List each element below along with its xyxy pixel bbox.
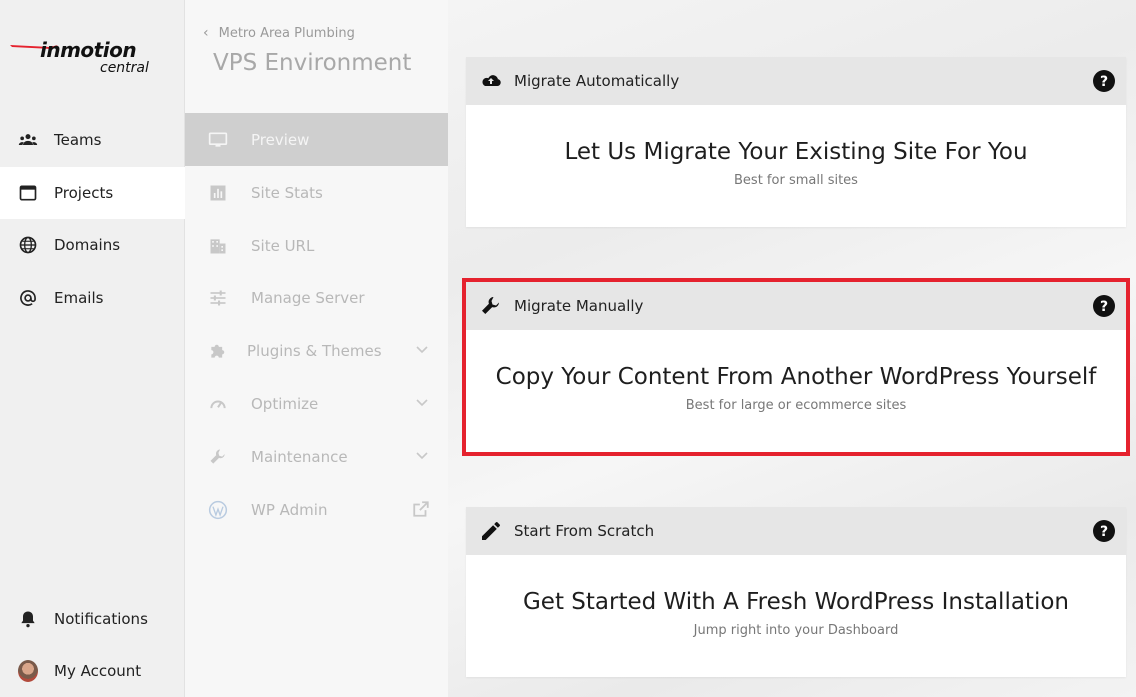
subnav-item-manage-server[interactable]: Manage Server — [185, 271, 448, 324]
help-icon[interactable]: ? — [1092, 69, 1116, 93]
nav-item-notifications[interactable]: Notifications — [0, 593, 185, 645]
help-icon[interactable]: ? — [1092, 519, 1116, 543]
wordpress-icon — [207, 499, 229, 521]
card-body: Get Started With A Fresh WordPress Insta… — [466, 555, 1126, 677]
nav-label-projects: Projects — [54, 184, 114, 202]
subnav-label-site-stats: Site Stats — [251, 183, 323, 202]
migrate-automatically-card[interactable]: Migrate Automatically ? Let Us Migrate Y… — [466, 57, 1126, 227]
pencil-icon — [478, 518, 504, 544]
wrench-icon — [478, 293, 504, 319]
cloud-upload-icon — [478, 68, 504, 94]
logo-brand: inmotion — [40, 38, 137, 62]
at-icon — [18, 288, 38, 308]
card-header: Migrate Automatically ? — [466, 57, 1126, 105]
chevron-left-icon: ‹ — [203, 25, 209, 41]
subnav-label-plugins-themes: Plugins & Themes — [247, 341, 382, 360]
nav-item-teams[interactable]: Teams — [0, 114, 185, 166]
svg-text:?: ? — [1100, 299, 1108, 315]
migrate-manually-card[interactable]: Migrate Manually ? Copy Your Content Fro… — [462, 278, 1130, 456]
chevron-down-icon[interactable] — [414, 341, 430, 357]
card-subtitle: Best for small sites — [734, 173, 858, 188]
subnav-item-plugins-themes[interactable]: Plugins & Themes — [185, 324, 448, 377]
nav-item-emails[interactable]: Emails — [0, 272, 185, 324]
nav-label-notifications: Notifications — [54, 610, 148, 628]
avatar — [18, 660, 38, 682]
card-header: Start From Scratch ? — [466, 507, 1126, 555]
card-subtitle: Jump right into your Dashboard — [693, 623, 899, 638]
bell-icon — [18, 609, 38, 629]
external-link-icon[interactable] — [412, 500, 430, 518]
card-header-label: Start From Scratch — [514, 522, 655, 540]
card-subtitle: Best for large or ecommerce sites — [685, 398, 907, 413]
nav-label-teams: Teams — [54, 131, 102, 149]
subnav-item-maintenance[interactable]: Maintenance — [185, 430, 448, 483]
chevron-down-icon[interactable] — [414, 394, 430, 410]
nav-label-emails: Emails — [54, 289, 104, 307]
puzzle-icon — [207, 340, 229, 362]
card-title: Let Us Migrate Your Existing Site For Yo… — [564, 139, 1028, 165]
teams-icon — [18, 130, 38, 150]
globe-icon — [18, 235, 38, 255]
left-nav: inmotion central Teams Projects Domains … — [0, 0, 185, 697]
project-subnav: ‹ Metro Area Plumbing VPS Environment Pr… — [185, 0, 448, 697]
card-title: Copy Your Content From Another WordPress… — [495, 364, 1097, 390]
nav-label-domains: Domains — [54, 236, 121, 254]
inmotion-logo[interactable]: inmotion central — [10, 38, 170, 80]
subnav-item-preview[interactable]: Preview — [185, 113, 448, 166]
help-icon[interactable]: ? — [1092, 294, 1116, 318]
breadcrumb[interactable]: ‹ Metro Area Plumbing — [203, 25, 355, 41]
card-title: Get Started With A Fresh WordPress Insta… — [522, 589, 1069, 615]
card-body: Copy Your Content From Another WordPress… — [466, 330, 1126, 452]
card-header: Migrate Manually ? — [466, 282, 1126, 330]
sliders-icon — [207, 287, 229, 309]
subnav-label-wp-admin: WP Admin — [251, 500, 328, 519]
wrench-icon — [207, 446, 229, 468]
subnav-label-site-url: Site URL — [251, 236, 315, 255]
subnav-label-manage-server: Manage Server — [251, 288, 365, 307]
breadcrumb-label: Metro Area Plumbing — [218, 25, 355, 41]
building-icon — [207, 235, 229, 257]
subnav-label-optimize: Optimize — [251, 394, 319, 413]
monitor-icon — [207, 129, 229, 151]
nav-item-projects[interactable]: Projects — [0, 167, 185, 219]
svg-text:?: ? — [1100, 74, 1108, 90]
nav-item-domains[interactable]: Domains — [0, 219, 185, 271]
subnav-label-maintenance: Maintenance — [251, 447, 348, 466]
card-header-label: Migrate Manually — [514, 297, 644, 315]
card-body: Let Us Migrate Your Existing Site For Yo… — [466, 105, 1126, 227]
card-header-label: Migrate Automatically — [514, 72, 680, 90]
start-from-scratch-card[interactable]: Start From Scratch ? Get Started With A … — [466, 507, 1126, 677]
subnav-item-site-stats[interactable]: Site Stats — [185, 166, 448, 219]
subnav-item-site-url[interactable]: Site URL — [185, 219, 448, 272]
logo-sub: central — [100, 60, 149, 76]
subnav-label-preview: Preview — [251, 130, 310, 149]
svg-text:?: ? — [1100, 524, 1108, 540]
main-content: Migrate Automatically ? Let Us Migrate Y… — [448, 0, 1136, 697]
nav-item-my-account[interactable]: My Account — [0, 645, 185, 697]
projects-icon — [18, 183, 38, 203]
subnav-item-wp-admin[interactable]: WP Admin — [185, 483, 448, 536]
nav-label-my-account: My Account — [54, 662, 142, 680]
bar-chart-icon — [207, 182, 229, 204]
page-title: VPS Environment — [213, 50, 412, 76]
chevron-down-icon[interactable] — [414, 447, 430, 463]
speedometer-icon — [207, 393, 229, 415]
subnav-item-optimize[interactable]: Optimize — [185, 377, 448, 430]
